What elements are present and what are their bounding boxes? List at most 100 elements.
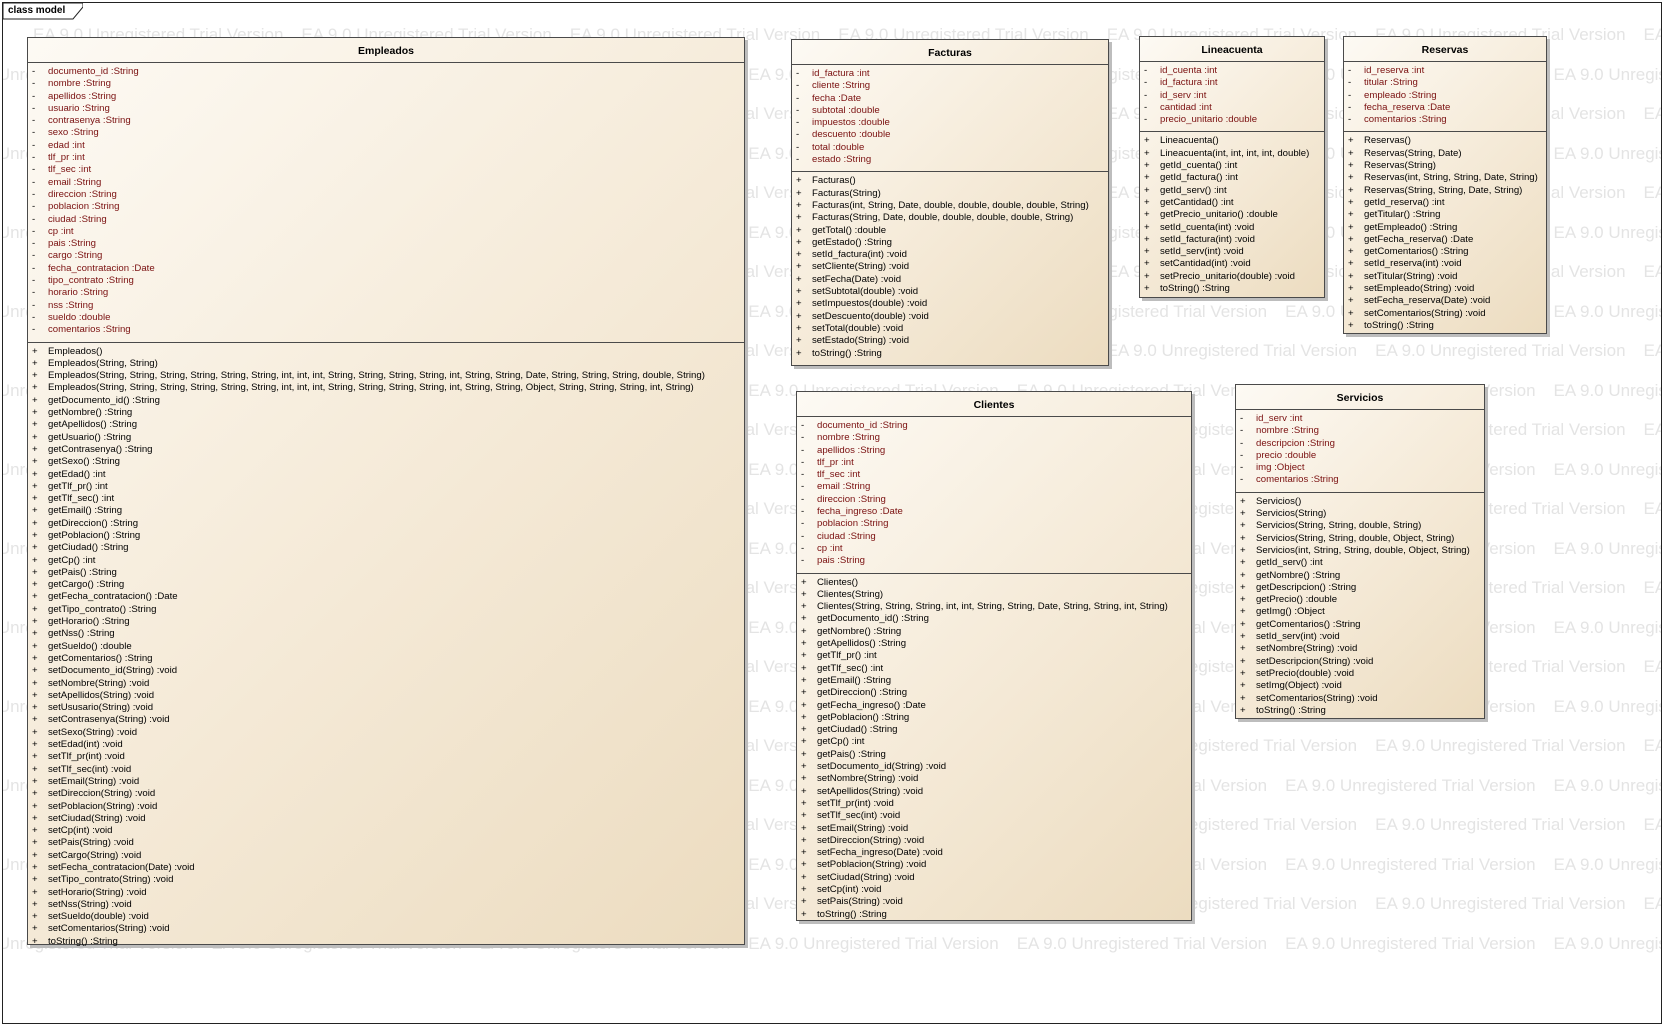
attribute-row[interactable]: - apellidos :String	[801, 445, 1191, 457]
operation-row[interactable]: + getEmpleado() :String	[1348, 222, 1546, 234]
operation-row[interactable]: + setPrecio_unitario(double) :void	[1144, 271, 1324, 283]
operation-row[interactable]: + setDescripcion(String) :void	[1240, 656, 1484, 668]
attribute-row[interactable]: - direccion :String	[801, 494, 1191, 506]
operation-row[interactable]: + setCantidad(int) :void	[1144, 258, 1324, 270]
operation-row[interactable]: + Facturas(String, Date, double, double, …	[796, 212, 1108, 224]
operation-row[interactable]: + setId_factura(int) :void	[796, 249, 1108, 261]
operation-row[interactable]: + Clientes(String)	[801, 589, 1191, 601]
attribute-row[interactable]: - fecha_ingreso :Date	[801, 506, 1191, 518]
operation-row[interactable]: + toString() :String	[1240, 705, 1484, 717]
class-empleados[interactable]: Empleados - documento_id :String - nombre :S…	[27, 37, 745, 947]
operation-row[interactable]: + setComentarios(String) :void	[32, 923, 744, 935]
operation-row[interactable]: + getCiudad() :String	[32, 542, 744, 554]
operation-row[interactable]: + setId_cuenta(int) :void	[1144, 222, 1324, 234]
operation-row[interactable]: + setId_reserva(int) :void	[1348, 258, 1546, 270]
operation-row[interactable]: + getImg() :Object	[1240, 606, 1484, 618]
attribute-row[interactable]: - sueldo :double	[32, 312, 744, 324]
operation-row[interactable]: + Lineacuenta(int, int, int, int, double)	[1144, 148, 1324, 160]
operation-row[interactable]: + getId_factura() :int	[1144, 172, 1324, 184]
operation-row[interactable]: + getComentarios() :String	[1348, 246, 1546, 258]
attribute-row[interactable]: - comentarios :String	[1240, 474, 1484, 486]
operation-row[interactable]: + getEmail() :String	[32, 505, 744, 517]
operation-row[interactable]: + setTipo_contrato(String) :void	[32, 874, 744, 886]
operation-row[interactable]: + Reservas(String, String, Date, String)	[1348, 185, 1546, 197]
operation-row[interactable]: + setImg(Object) :void	[1240, 680, 1484, 692]
operation-row[interactable]: + getId_reserva() :int	[1348, 197, 1546, 209]
operation-row[interactable]: + getTlf_pr() :int	[32, 481, 744, 493]
operation-row[interactable]: + getDocumento_id() :String	[32, 395, 744, 407]
operation-row[interactable]: + setPoblacion(String) :void	[32, 801, 744, 813]
operation-row[interactable]: + setNss(String) :void	[32, 899, 744, 911]
operation-row[interactable]: + toString() :String	[801, 909, 1191, 921]
operation-row[interactable]: + Clientes(String, String, String, int, i…	[801, 601, 1191, 613]
attribute-row[interactable]: - sexo :String	[32, 127, 744, 139]
operation-row[interactable]: + getSexo() :String	[32, 456, 744, 468]
class-lineacuenta[interactable]: Lineacuenta - id_cuenta :int - id_factura :i…	[1139, 36, 1325, 298]
operation-row[interactable]: + setComentarios(String) :void	[1348, 308, 1546, 320]
operation-row[interactable]: + getTitular() :String	[1348, 209, 1546, 221]
operation-row[interactable]: + Empleados(String, String, String, Strin…	[32, 370, 744, 382]
attribute-row[interactable]: - cantidad :int	[1144, 102, 1324, 114]
operation-row[interactable]: + getId_serv() :int	[1144, 185, 1324, 197]
operation-row[interactable]: + setCp(int) :void	[32, 825, 744, 837]
operation-row[interactable]: + setTlf_pr(int) :void	[32, 751, 744, 763]
operation-row[interactable]: + Servicios(String, String, double, Objec…	[1240, 533, 1484, 545]
operation-row[interactable]: + setPais(String) :void	[32, 837, 744, 849]
operation-row[interactable]: + setPais(String) :void	[801, 896, 1191, 908]
operation-row[interactable]: + setId_serv(int) :void	[1240, 631, 1484, 643]
operation-row[interactable]: + setContrasenya(String) :void	[32, 714, 744, 726]
operation-row[interactable]: + setCliente(String) :void	[796, 261, 1108, 273]
operation-row[interactable]: + getNombre() :String	[32, 407, 744, 419]
operation-row[interactable]: + getNss() :String	[32, 628, 744, 640]
operation-row[interactable]: + Reservas(String, Date)	[1348, 148, 1546, 160]
operation-row[interactable]: + setNombre(String) :void	[801, 773, 1191, 785]
operation-row[interactable]: + getCantidad() :int	[1144, 197, 1324, 209]
operation-row[interactable]: + setEstado(String) :void	[796, 335, 1108, 347]
operation-row[interactable]: + getApellidos() :String	[32, 419, 744, 431]
operation-row[interactable]: + setUsusario(String) :void	[32, 702, 744, 714]
operation-row[interactable]: + Servicios(String, String, double, Strin…	[1240, 520, 1484, 532]
operation-row[interactable]: + setTlf_sec(int) :void	[32, 764, 744, 776]
operation-row[interactable]: + getDescripcion() :String	[1240, 582, 1484, 594]
operation-row[interactable]: + getComentarios() :String	[32, 653, 744, 665]
operation-row[interactable]: + setEdad(int) :void	[32, 739, 744, 751]
operation-row[interactable]: + setNombre(String) :void	[1240, 643, 1484, 655]
attribute-row[interactable]: - img :Object	[1240, 462, 1484, 474]
operation-row[interactable]: + getSueldo() :double	[32, 641, 744, 653]
attribute-row[interactable]: - nombre :String	[801, 432, 1191, 444]
operation-row[interactable]: + Servicios(String)	[1240, 508, 1484, 520]
operation-row[interactable]: + setCiudad(String) :void	[32, 813, 744, 825]
operation-row[interactable]: + setFecha_contratacion(Date) :void	[32, 862, 744, 874]
operation-row[interactable]: + getDireccion() :String	[32, 518, 744, 530]
operation-row[interactable]: + setCp(int) :void	[801, 884, 1191, 896]
operation-row[interactable]: + getCp() :int	[32, 555, 744, 567]
attribute-row[interactable]: - tlf_sec :int	[32, 164, 744, 176]
attribute-row[interactable]: - email :String	[801, 481, 1191, 493]
operation-row[interactable]: + getCiudad() :String	[801, 724, 1191, 736]
operation-row[interactable]: + Empleados(String, String)	[32, 358, 744, 370]
attribute-row[interactable]: - comentarios :String	[1348, 114, 1546, 126]
attribute-row[interactable]: - tlf_sec :int	[801, 469, 1191, 481]
attribute-row[interactable]: - documento_id :String	[32, 66, 744, 78]
class-clientes[interactable]: Clientes - documento_id :String - nombre :St…	[796, 391, 1192, 921]
attribute-row[interactable]: - horario :String	[32, 287, 744, 299]
attribute-row[interactable]: - id_factura :int	[1144, 77, 1324, 89]
attribute-row[interactable]: - descuento :double	[796, 129, 1108, 141]
operation-row[interactable]: + getApellidos() :String	[801, 638, 1191, 650]
operation-row[interactable]: + Reservas(int, String, String, Date, Str…	[1348, 172, 1546, 184]
operation-row[interactable]: + Servicios(int, String, String, double, …	[1240, 545, 1484, 557]
attribute-row[interactable]: - pais :String	[32, 238, 744, 250]
attribute-row[interactable]: - cargo :String	[32, 250, 744, 262]
operation-row[interactable]: + setDireccion(String) :void	[32, 788, 744, 800]
attribute-row[interactable]: - nombre :String	[1240, 425, 1484, 437]
operation-row[interactable]: + getHorario() :String	[32, 616, 744, 628]
attribute-row[interactable]: - id_reserva :int	[1348, 65, 1546, 77]
operation-row[interactable]: + getPais() :String	[32, 567, 744, 579]
attribute-row[interactable]: - fecha_reserva :Date	[1348, 102, 1546, 114]
operation-row[interactable]: + setDocumento_id(String) :void	[32, 665, 744, 677]
operation-row[interactable]: + Facturas(int, String, Date, double, dou…	[796, 200, 1108, 212]
operation-row[interactable]: + toString() :String	[796, 348, 1108, 360]
class-servicios[interactable]: Servicios - id_serv :int - nombre :String - de…	[1235, 384, 1485, 719]
operation-row[interactable]: + setId_serv(int) :void	[1144, 246, 1324, 258]
operation-row[interactable]: + Lineacuenta()	[1144, 135, 1324, 147]
